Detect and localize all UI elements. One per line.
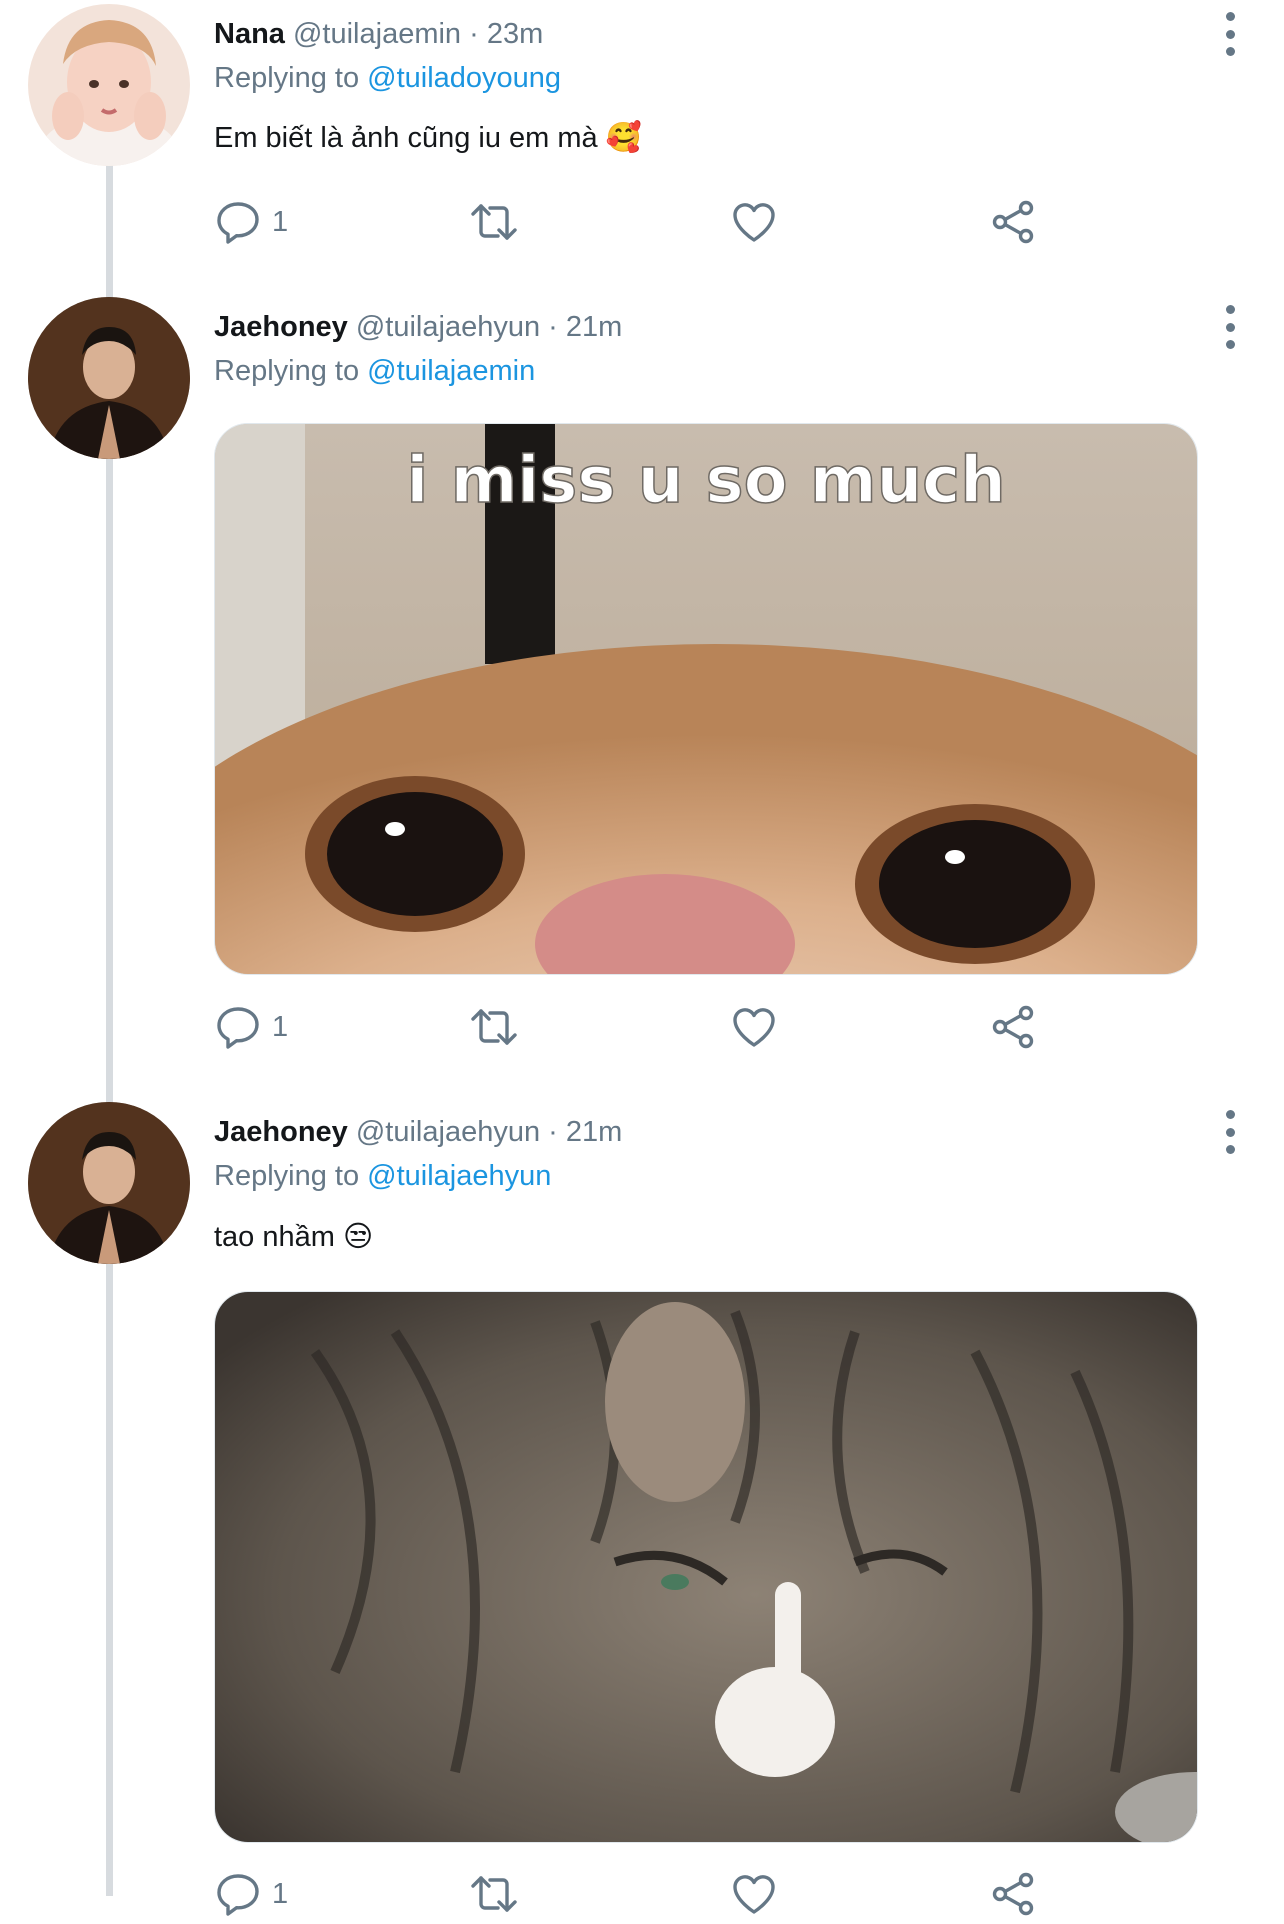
replying-to-label: Replying to [214,1160,360,1192]
reply-count: 1 [272,1010,289,1043]
like-button[interactable] [730,192,778,252]
action-bar: 1 [214,1864,1114,1924]
share-icon [992,200,1034,244]
reply-icon [217,1874,259,1916]
tweet-text: Em biết là ảnh cũng iu em mà 🥰 [214,122,642,154]
mention-link[interactable]: @tuilajaehyun [367,1160,551,1192]
separator-dot: · [548,311,558,343]
replying-to: Replying to @tuilajaemin [214,351,535,391]
more-options-icon[interactable] [1210,305,1250,349]
share-icon [992,1005,1034,1049]
action-bar: 1 [214,997,1114,1057]
replying-to: Replying to @tuiladoyoung [214,58,561,98]
reply-icon [217,1007,259,1049]
reply-button[interactable]: 1 [214,997,288,1057]
share-button[interactable] [990,192,1038,252]
reply-button[interactable]: 1 [214,192,288,252]
tweet-text: tao nhầm 😒 [214,1221,374,1253]
reply-count: 1 [272,1877,289,1910]
avatar[interactable] [28,297,190,459]
display-name[interactable]: Nana [214,18,285,50]
username[interactable]: @tuilajaehyun [356,1116,540,1148]
share-icon [992,1872,1034,1916]
action-bar: 1 [214,192,1114,252]
separator-dot: · [469,18,479,50]
retweet-button[interactable] [470,192,518,252]
more-options-icon[interactable] [1210,1110,1250,1154]
timestamp[interactable]: 21m [566,1116,622,1148]
avatar[interactable] [28,1102,190,1264]
username[interactable]: @tuilajaehyun [356,311,540,343]
avatar[interactable] [28,4,190,166]
reply-count: 1 [272,205,289,238]
like-button[interactable] [730,1864,778,1924]
reply-button[interactable]: 1 [214,1864,288,1924]
timestamp[interactable]: 21m [566,311,622,343]
replying-to-label: Replying to [214,355,360,387]
tweet-image[interactable]: i miss u so much [214,423,1198,975]
share-button[interactable] [990,997,1038,1057]
replying-to-label: Replying to [214,62,360,94]
tweet-image[interactable] [214,1291,1198,1843]
retweet-button[interactable] [470,1864,518,1924]
like-button[interactable] [730,997,778,1057]
meme-caption: i miss u so much [406,444,1005,518]
mention-link[interactable]: @tuilajaemin [367,355,535,387]
like-icon [733,203,775,242]
retweet-icon [471,1009,517,1045]
retweet-icon [471,1876,517,1912]
display-name[interactable]: Jaehoney [214,1116,348,1148]
display-name[interactable]: Jaehoney [214,311,348,343]
replying-to: Replying to @tuilajaehyun [214,1156,551,1196]
separator-dot: · [548,1116,558,1148]
like-icon [733,1008,775,1047]
share-button[interactable] [990,1864,1038,1924]
more-options-icon[interactable] [1210,12,1250,56]
reply-icon [217,202,259,244]
mention-link[interactable]: @tuiladoyoung [367,62,561,94]
retweet-icon [471,204,517,240]
like-icon [733,1875,775,1914]
username[interactable]: @tuilajaemin [293,18,461,50]
timestamp[interactable]: 23m [487,18,543,50]
retweet-button[interactable] [470,997,518,1057]
